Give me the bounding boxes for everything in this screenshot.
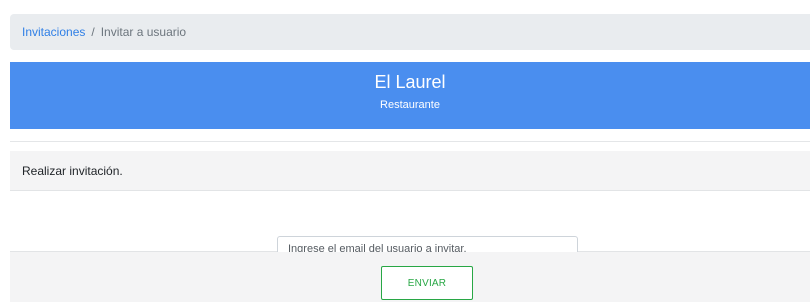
breadcrumb-current: Invitar a usuario xyxy=(100,25,187,39)
invite-card: Realizar invitación. ENVIAR xyxy=(10,141,810,302)
restaurant-type: Restaurante xyxy=(380,99,440,111)
invite-card-footer: ENVIAR xyxy=(10,252,810,302)
invite-card-body xyxy=(10,191,810,262)
send-button[interactable]: ENVIAR xyxy=(381,266,473,300)
restaurant-name: El Laurel xyxy=(374,72,446,92)
breadcrumb: Invitaciones / Invitar a usuario xyxy=(10,14,810,50)
breadcrumb-link-invitaciones[interactable]: Invitaciones xyxy=(22,25,85,39)
restaurant-banner: El Laurel Restaurante xyxy=(10,62,810,129)
invite-user-page: Invitaciones / Invitar a usuario El Laur… xyxy=(0,0,810,302)
invite-card-header: Realizar invitación. xyxy=(10,151,810,191)
breadcrumb-separator: / xyxy=(91,25,95,39)
